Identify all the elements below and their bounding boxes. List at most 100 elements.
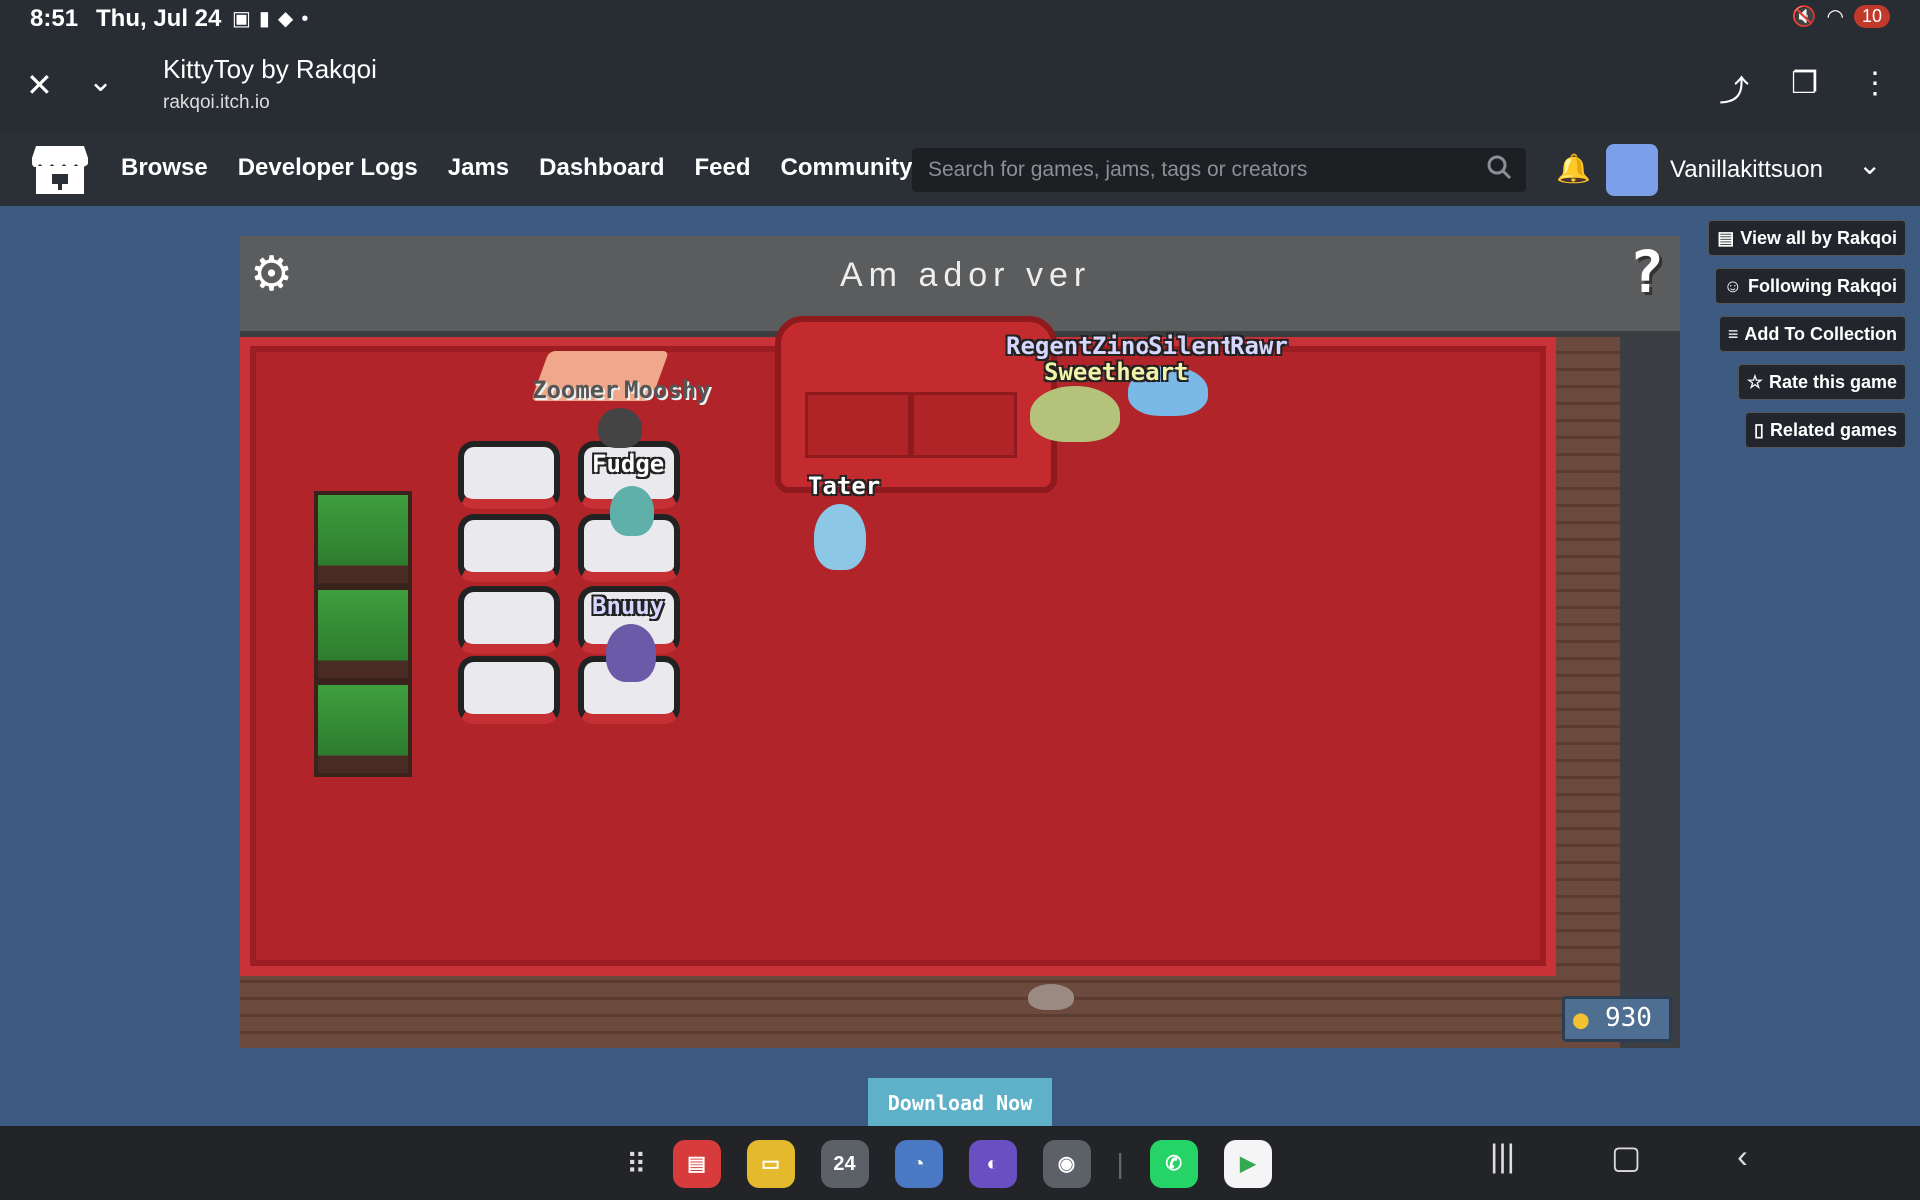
related-games-button[interactable]: ▯ Related games: [1745, 412, 1906, 448]
bell-icon[interactable]: 🔔: [1556, 152, 1591, 185]
nav-community[interactable]: Community: [781, 154, 913, 182]
browser-app-icon[interactable]: ◐: [968, 1140, 1017, 1188]
search-icon[interactable]: [1486, 154, 1512, 180]
dock-divider: |: [1116, 1148, 1124, 1179]
help-icon[interactable]: ?: [1629, 238, 1664, 306]
gear-icon[interactable]: ⚙: [250, 246, 293, 302]
mute-icon: 🔇: [1791, 6, 1817, 28]
dot-icon: •: [301, 8, 317, 30]
itch-logo-icon[interactable]: [30, 144, 90, 196]
whatsapp-app-icon[interactable]: ✆: [1149, 1140, 1198, 1188]
cat-bed: [458, 586, 560, 654]
messages-app-icon[interactable]: ◔: [894, 1140, 943, 1188]
creator-sidebar: ▤ View all by Rakqoi ☺ Following Rakqoi ≡ A…: [1708, 220, 1906, 448]
play-store-app-icon[interactable]: ▶: [1223, 1140, 1272, 1188]
cat-name-mooshy: Mooshy: [624, 376, 711, 404]
coin-value: 930: [1605, 1003, 1652, 1033]
topbar-label: Am ador ver: [840, 256, 1092, 294]
page-url: rakqoi.itch.io: [163, 92, 270, 113]
cat-name-silent: Silent: [1148, 332, 1235, 360]
toy-mouse[interactable]: [1028, 984, 1074, 1010]
status-date: Thu, Jul 24: [96, 5, 222, 32]
nav-developer-logs[interactable]: Developer Logs: [238, 154, 418, 182]
cat-name-zoomer: Zoomer: [532, 376, 619, 404]
page-title: KittyToy by Rakqoi: [163, 54, 377, 84]
system-buttons: ||| ▢ ‹: [1490, 1138, 1748, 1176]
rate-game-label: Rate this game: [1768, 371, 1897, 392]
cat-sprite[interactable]: [606, 624, 656, 682]
cat-bed: [458, 514, 560, 582]
username[interactable]: Vanillakittsuon: [1670, 156, 1823, 184]
cat-name-sweetheart: Sweetheart: [1044, 358, 1189, 386]
add-to-collection-label: Add To Collection: [1744, 323, 1897, 344]
related-games-label: Related games: [1769, 419, 1897, 440]
search-placeholder: Search for games, jams, tags or creators: [928, 158, 1308, 181]
camera-app-icon[interactable]: ◉: [1042, 1140, 1091, 1188]
download-now-button[interactable]: Download Now: [868, 1078, 1052, 1128]
calendar-day: 24: [833, 1153, 856, 1175]
add-to-collection-button[interactable]: ≡ Add To Collection: [1718, 316, 1906, 352]
android-nav-bar: ⠿ ▤ ▭ 24 ◔ ◐ ◉ | ✆ ▶ ||| ▢ ‹: [0, 1126, 1920, 1200]
bookmark-icon[interactable]: ❐: [1791, 66, 1818, 110]
coin-counter: ● 930: [1562, 996, 1672, 1042]
more-icon[interactable]: ⋮: [1860, 66, 1890, 110]
home-icon[interactable]: ▢: [1611, 1138, 1641, 1176]
coin-icon: ●: [1573, 1005, 1589, 1035]
cat-name-zino: Zino: [1092, 332, 1150, 360]
sofa-cushion: [805, 392, 911, 458]
close-icon[interactable]: ✕: [26, 66, 53, 104]
grass-planter: [314, 491, 412, 587]
search-input[interactable]: Search for games, jams, tags or creators: [912, 148, 1526, 192]
grass-planter: [314, 681, 412, 777]
status-time: 8:51: [30, 5, 79, 32]
status-right: 🔇 ◠ 10: [1792, 4, 1890, 29]
recents-icon[interactable]: |||: [1490, 1138, 1515, 1176]
site-nav: Browse Developer Logs Jams Dashboard Fee…: [0, 134, 1920, 206]
view-all-label: View all by Rakqoi: [1740, 227, 1897, 248]
list-add-icon: ≡: [1727, 323, 1739, 344]
following-label: Following Rakqoi: [1748, 275, 1897, 296]
nav-jams[interactable]: Jams: [448, 154, 509, 182]
share-icon[interactable]: ⤴: [1719, 66, 1749, 110]
cat-bed: [458, 441, 560, 509]
calendar-app-icon[interactable]: 24: [820, 1140, 869, 1188]
view-all-button[interactable]: ▤ View all by Rakqoi: [1708, 220, 1906, 256]
screenshot-icon: ▣: [232, 8, 259, 30]
cat-sprite[interactable]: [598, 408, 642, 448]
right-wall: [1620, 331, 1680, 1048]
cat-bed: [458, 656, 560, 724]
status-icons: ▣▮◆•: [232, 6, 316, 31]
user-menu-chevron-icon[interactable]: ⌄: [1858, 148, 1881, 181]
notes-app-icon[interactable]: ▤: [672, 1140, 721, 1188]
star-icon: ☆: [1746, 371, 1763, 392]
app-drawer-icon[interactable]: ⠿: [626, 1148, 647, 1181]
rate-game-button[interactable]: ☆ Rate this game: [1737, 364, 1906, 400]
cat-name-bnuuy: Bnuuy: [592, 592, 665, 620]
store-icon: ▤: [1717, 227, 1735, 248]
files-app-icon[interactable]: ▭: [746, 1140, 795, 1188]
wifi-icon: ◠: [1826, 6, 1844, 28]
following-button[interactable]: ☺ Following Rakqoi: [1714, 268, 1906, 304]
cat-name-regent: Regent: [1006, 332, 1093, 360]
browser-actions: ⤴ ❐ ⋮: [1719, 66, 1890, 110]
game-page: ⚙ Am ador ver ? Zoomer Mooshy Fudge Bnuu…: [0, 206, 1920, 1128]
status-bar: 8:51 Thu, Jul 24 ▣▮◆• 🔇 ◠ 10: [0, 0, 1920, 36]
avatar[interactable]: [1606, 144, 1658, 196]
cat-sprite[interactable]: [610, 486, 654, 536]
chevron-down-icon[interactable]: ⌄: [88, 64, 113, 99]
back-icon[interactable]: ‹: [1737, 1138, 1748, 1176]
grass-planter: [314, 586, 412, 682]
nav-dashboard[interactable]: Dashboard: [539, 154, 664, 182]
cat-sprite[interactable]: [1030, 386, 1120, 442]
battery-warning-icon: ▮: [258, 8, 278, 30]
sofa-cushion: [911, 392, 1017, 458]
cat-sprite[interactable]: [814, 504, 866, 570]
notification-badge: 10: [1853, 5, 1890, 28]
nav-feed[interactable]: Feed: [695, 154, 751, 182]
nav-browse[interactable]: Browse: [121, 154, 208, 182]
browser-header: ✕ ⌄ KittyToy by Rakqoi rakqoi.itch.io ⤴ …: [0, 36, 1920, 134]
game-canvas[interactable]: ⚙ Am ador ver ? Zoomer Mooshy Fudge Bnuu…: [240, 236, 1680, 1048]
cat-name-tater: Tater: [808, 472, 881, 500]
cat-name-fudge: Fudge: [592, 450, 665, 478]
nav-links: Browse Developer Logs Jams Dashboard Fee…: [121, 154, 913, 182]
